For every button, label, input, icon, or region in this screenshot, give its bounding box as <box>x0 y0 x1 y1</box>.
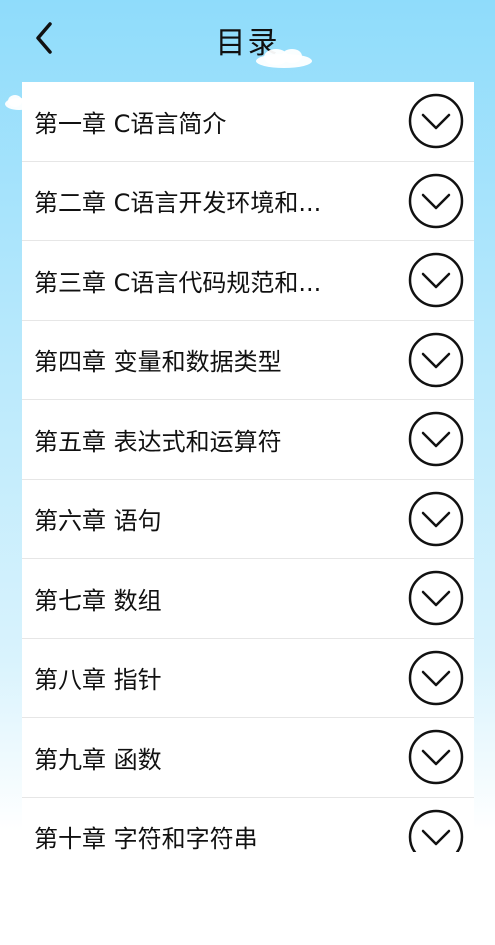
chapter-title: 第二章 C语言开发环境和... <box>34 189 322 218</box>
chapter-title: 第三章 C语言代码规范和... <box>34 268 322 297</box>
chapter-row[interactable]: 第十章 字符和字符串 <box>22 798 474 852</box>
chapter-title: 第九章 函数 <box>34 745 162 774</box>
chapter-row[interactable]: 第九章 函数 <box>22 718 474 798</box>
chapter-row[interactable]: 第八章 指针 <box>22 639 474 718</box>
chapter-title: 第六章 语句 <box>34 507 162 536</box>
chevron-down-icon[interactable] <box>408 173 464 229</box>
chapter-title: 第四章 变量和数据类型 <box>34 348 282 377</box>
cloud-decoration <box>256 49 312 68</box>
chapter-row[interactable]: 第五章 表达式和运算符 <box>22 400 474 480</box>
chevron-down-icon[interactable] <box>408 650 464 706</box>
page-title: 目录 <box>215 26 280 61</box>
chapter-title: 第十章 字符和字符串 <box>34 825 258 852</box>
chapter-list: 第一章 C语言简介 第二章 C语言开发环境和... 第三章 C语言代码规范和..… <box>22 82 474 852</box>
chapter-row[interactable]: 第七章 数组 <box>22 559 474 639</box>
chevron-down-icon[interactable] <box>408 729 464 785</box>
chapter-row[interactable]: 第四章 变量和数据类型 <box>22 321 474 400</box>
chapter-row[interactable]: 第三章 C语言代码规范和... <box>22 241 474 321</box>
chevron-down-icon[interactable] <box>408 252 464 308</box>
chevron-down-icon[interactable] <box>408 411 464 467</box>
chevron-down-icon[interactable] <box>408 93 464 149</box>
chevron-down-icon[interactable] <box>408 809 464 852</box>
chevron-down-icon[interactable] <box>408 570 464 626</box>
chevron-down-icon[interactable] <box>408 332 464 388</box>
chapter-title: 第八章 指针 <box>34 666 162 695</box>
header-bar: 目录 <box>0 0 495 110</box>
chevron-down-icon[interactable] <box>408 491 464 547</box>
chapter-row[interactable]: 第一章 C语言简介 <box>22 82 474 162</box>
chapter-row[interactable]: 第二章 C语言开发环境和... <box>22 162 474 241</box>
chapter-title: 第七章 数组 <box>34 586 162 615</box>
bottom-area <box>0 852 495 945</box>
chapter-row[interactable]: 第六章 语句 <box>22 480 474 559</box>
chapter-title: 第五章 表达式和运算符 <box>34 427 282 456</box>
chapter-title: 第一章 C语言简介 <box>34 109 227 138</box>
